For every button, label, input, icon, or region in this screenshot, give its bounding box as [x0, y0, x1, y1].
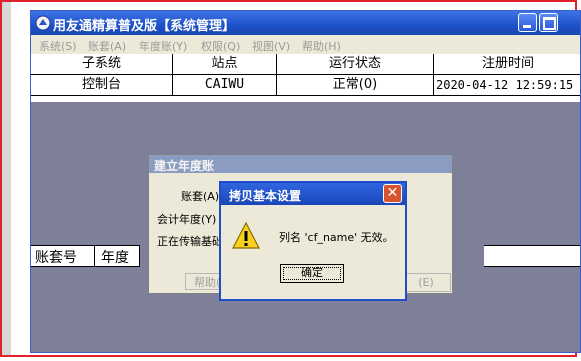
menu-system[interactable]: 系统(S)	[39, 38, 77, 54]
account-table-header-right	[484, 245, 580, 267]
ok-button[interactable]: 确定	[280, 264, 344, 283]
menu-permission[interactable]: 权限(Q)	[201, 38, 240, 54]
title-bar[interactable]: 用友通精算普及版【系统管理】	[31, 11, 580, 35]
error-dialog-titlebar[interactable]: 拷贝基本设置 ✕	[221, 183, 405, 205]
col-site[interactable]: 站点	[173, 54, 276, 75]
menu-year[interactable]: 年度账(Y)	[139, 38, 187, 54]
label-account: 账套(A)	[181, 190, 220, 203]
account-table-header: 账套号 年度	[31, 245, 140, 267]
exit-button[interactable]: (E)	[401, 273, 451, 292]
create-year-dialog-titlebar[interactable]: 建立年度账	[149, 155, 452, 173]
app-icon	[35, 15, 51, 31]
col-status[interactable]: 运行状态	[277, 54, 433, 75]
error-dialog-title: 拷贝基本设置	[229, 189, 302, 203]
row-divider	[31, 95, 580, 96]
label-fiscal-year: 会计年度(Y)	[157, 213, 217, 226]
error-dialog: 拷贝基本设置 ✕ 列名 'cf_name' 无效。 确定	[219, 181, 407, 301]
close-icon[interactable]: ✕	[383, 184, 402, 203]
warning-icon	[232, 221, 260, 249]
cell-site[interactable]: CAIWU	[173, 75, 276, 95]
subsystem-table: 子系统 站点 运行状态 注册时间 控制台 CAIWU 正常(0) 2020-04…	[31, 54, 580, 102]
menu-account[interactable]: 账套(A)	[88, 38, 126, 54]
col-divider	[172, 54, 173, 95]
window-title: 用友通精算普及版【系统管理】	[53, 19, 236, 34]
maximize-icon[interactable]	[539, 13, 558, 32]
cell-subsystem[interactable]: 控制台	[31, 75, 172, 95]
col-register-time[interactable]: 注册时间	[434, 54, 580, 75]
menu-help[interactable]: 帮助(H)	[302, 38, 341, 54]
col-divider	[139, 246, 140, 266]
minimize-icon[interactable]	[518, 13, 537, 32]
left-gutter	[2, 2, 11, 355]
col-subsystem[interactable]: 子系统	[31, 54, 172, 75]
label-transfer-status: 正在传输基础	[157, 235, 223, 248]
cell-status[interactable]: 正常(0)	[277, 75, 433, 95]
main-window: 用友通精算普及版【系统管理】 系统(S) 账套(A) 年度账(Y) 权限(Q) …	[30, 10, 581, 353]
col-year[interactable]: 年度	[101, 247, 129, 267]
menu-bar: 系统(S) 账套(A) 年度账(Y) 权限(Q) 视图(V) 帮助(H)	[31, 35, 580, 54]
col-divider	[433, 54, 434, 95]
error-message: 列名 'cf_name' 无效。	[279, 231, 394, 244]
cell-register-time[interactable]: 2020-04-12 12:59:15	[436, 75, 580, 95]
col-account-no[interactable]: 账套号	[35, 247, 77, 267]
create-year-dialog-title: 建立年度账	[154, 159, 215, 173]
menu-view[interactable]: 视图(V)	[252, 38, 290, 54]
col-divider	[94, 246, 95, 266]
col-divider	[276, 54, 277, 95]
